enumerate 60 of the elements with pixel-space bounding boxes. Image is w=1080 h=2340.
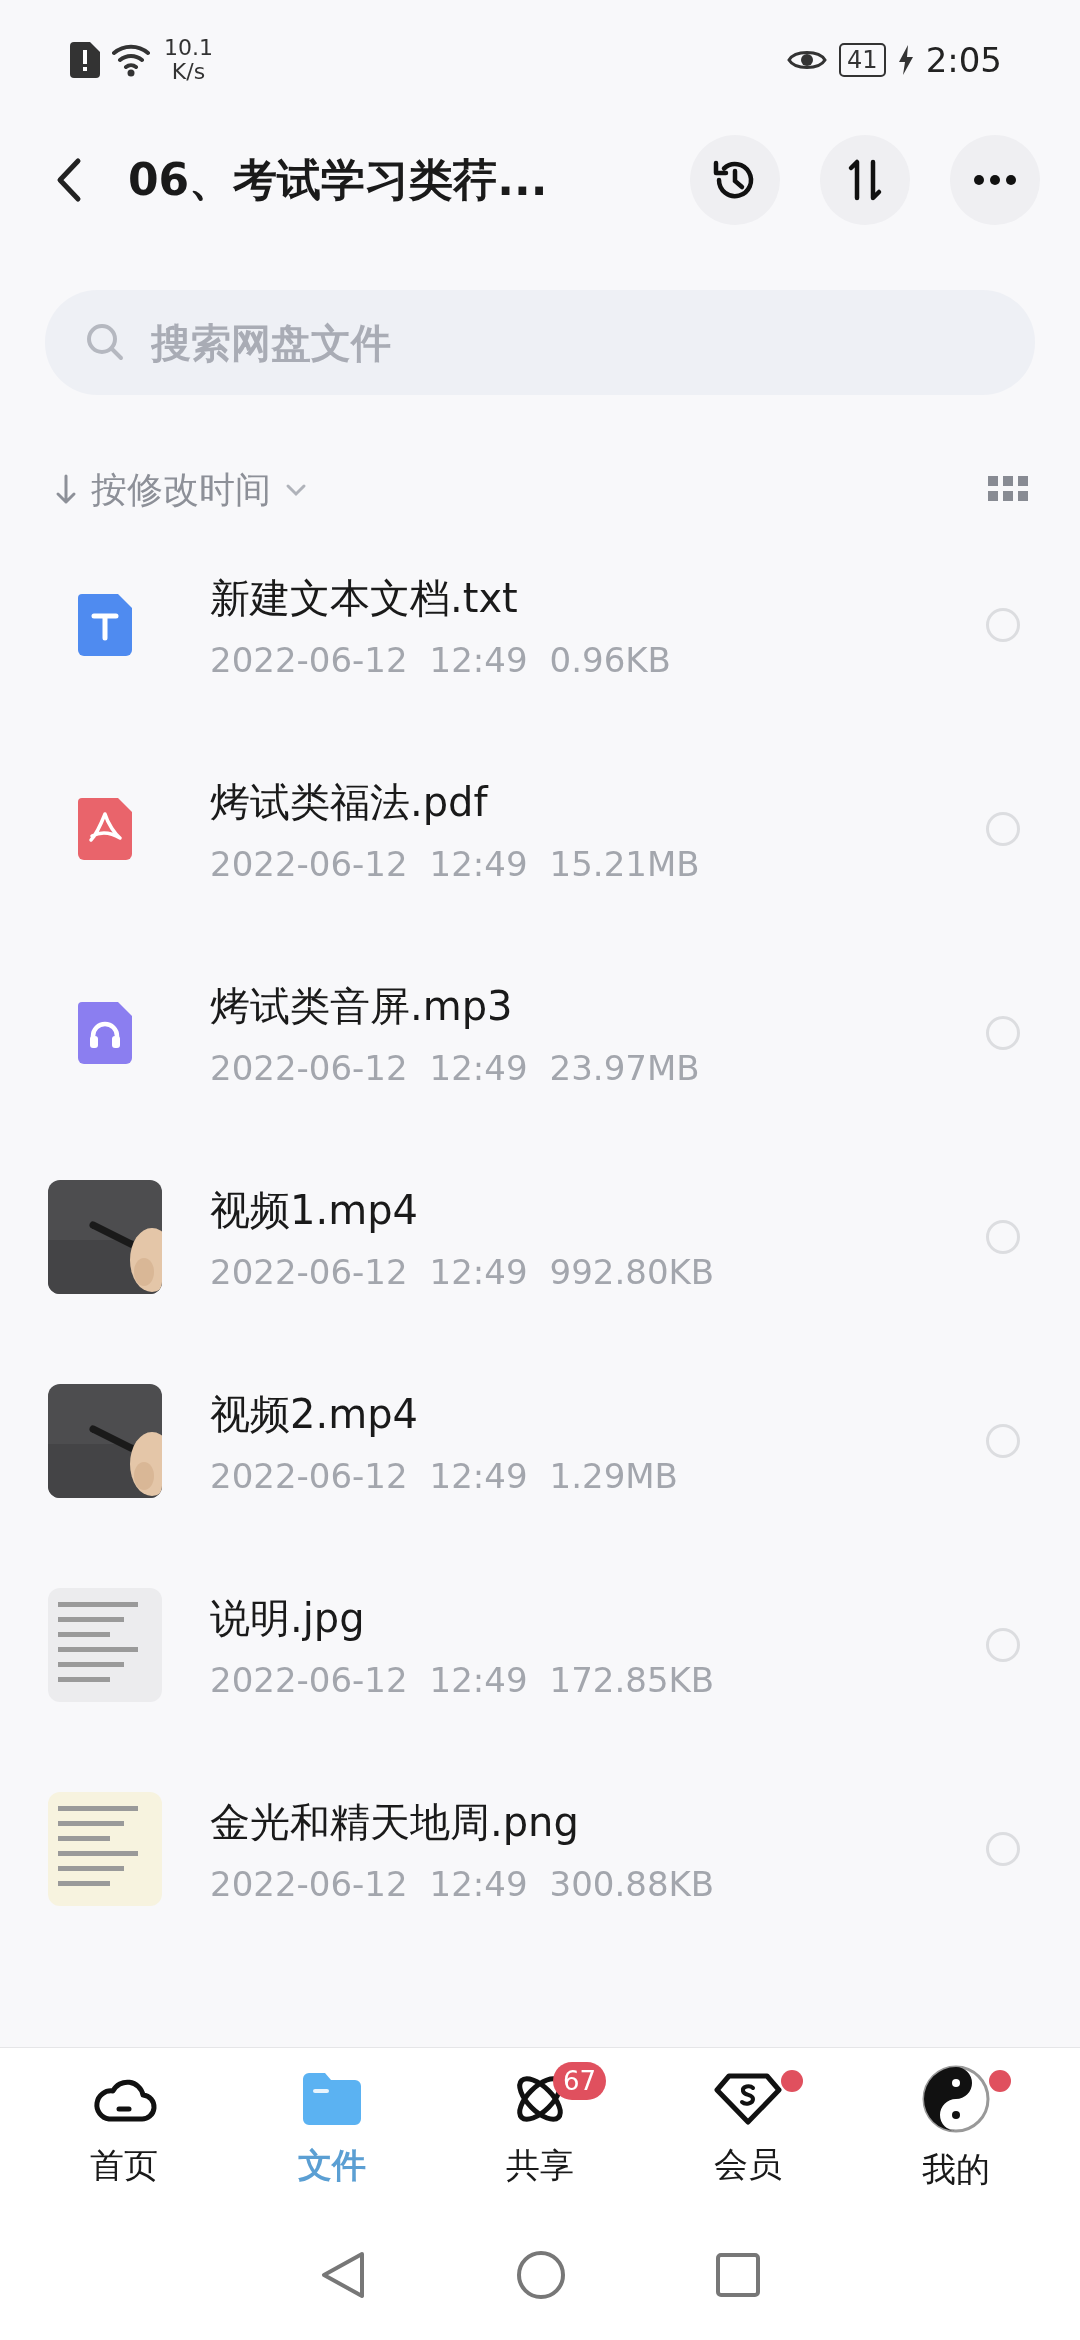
file-time: 12:49 [429,843,528,884]
file-date: 2022-06-12 [210,1047,408,1088]
network-speed: 10.1 [164,36,213,60]
file-size: 0.96KB [549,639,671,680]
down-arrow-icon [55,474,77,506]
yin-yang-avatar-icon [922,2065,990,2133]
caret-icon [285,483,307,497]
select-checkbox[interactable] [986,1220,1020,1254]
file-date: 2022-06-12 [210,639,408,680]
recents-nav-icon[interactable] [716,2253,760,2297]
wifi-icon [112,43,152,77]
sim-alert-icon [70,42,100,78]
grid-view-icon[interactable] [988,476,1028,504]
file-time: 12:49 [429,1659,528,1700]
tab[interactable]: 首页 [49,2048,199,2210]
file-name[interactable]: 说明.jpg [210,1590,986,1646]
file-size: 992.80KB [549,1251,715,1292]
file-name[interactable]: 烤试类福法.pdf [210,774,986,830]
back-nav-icon[interactable] [320,2250,366,2300]
speed-unit: K/s [171,60,206,84]
charging-icon [897,45,914,75]
file-name[interactable]: 视频1.mp4 [210,1182,986,1238]
select-checkbox[interactable] [986,1016,1020,1050]
file-time: 12:49 [429,639,528,680]
tab[interactable]: 共享 67 [465,2048,615,2210]
select-checkbox[interactable] [986,1628,1020,1662]
file-name[interactable]: 新建文本文档.txt [210,570,986,626]
file-size: 15.21MB [549,843,700,884]
file-size: 172.85KB [549,1659,715,1700]
text-file-icon [78,594,132,656]
file-time: 12:49 [429,1047,528,1088]
select-checkbox[interactable] [986,608,1020,642]
file-date: 2022-06-12 [210,1659,408,1700]
battery-level: 41 [839,43,886,77]
file-name[interactable]: 金光和精天地周.png [210,1794,986,1850]
file-time: 12:49 [429,1455,528,1496]
clock: 2:05 [925,40,1002,80]
folder-title: 06、考试学习类荇... [128,152,549,207]
count-badge: 67 [553,2062,607,2100]
file-name[interactable]: 烤试类音屏.mp3 [210,978,986,1034]
select-checkbox[interactable] [986,812,1020,846]
tab[interactable]: 会员 [673,2048,823,2210]
file-name[interactable]: 视频2.mp4 [210,1386,986,1442]
tab[interactable]: 我的 [881,2048,1031,2210]
file-date: 2022-06-12 [210,1863,408,1904]
more-icon [973,174,1017,186]
select-checkbox[interactable] [986,1424,1020,1458]
file-time: 12:49 [429,1863,528,1904]
file-date: 2022-06-12 [210,1251,408,1292]
file-date: 2022-06-12 [210,843,408,884]
file-size: 1.29MB [549,1455,678,1496]
pdf-file-icon [78,798,132,860]
audio-file-icon [78,1002,132,1064]
search-icon [85,322,125,362]
file-date: 2022-06-12 [210,1455,408,1496]
home-nav-icon[interactable] [516,2250,566,2300]
file-time: 12:49 [429,1251,528,1292]
select-checkbox[interactable] [986,1832,1020,1866]
file-size: 300.88KB [549,1863,715,1904]
file-size: 23.97MB [549,1047,700,1088]
